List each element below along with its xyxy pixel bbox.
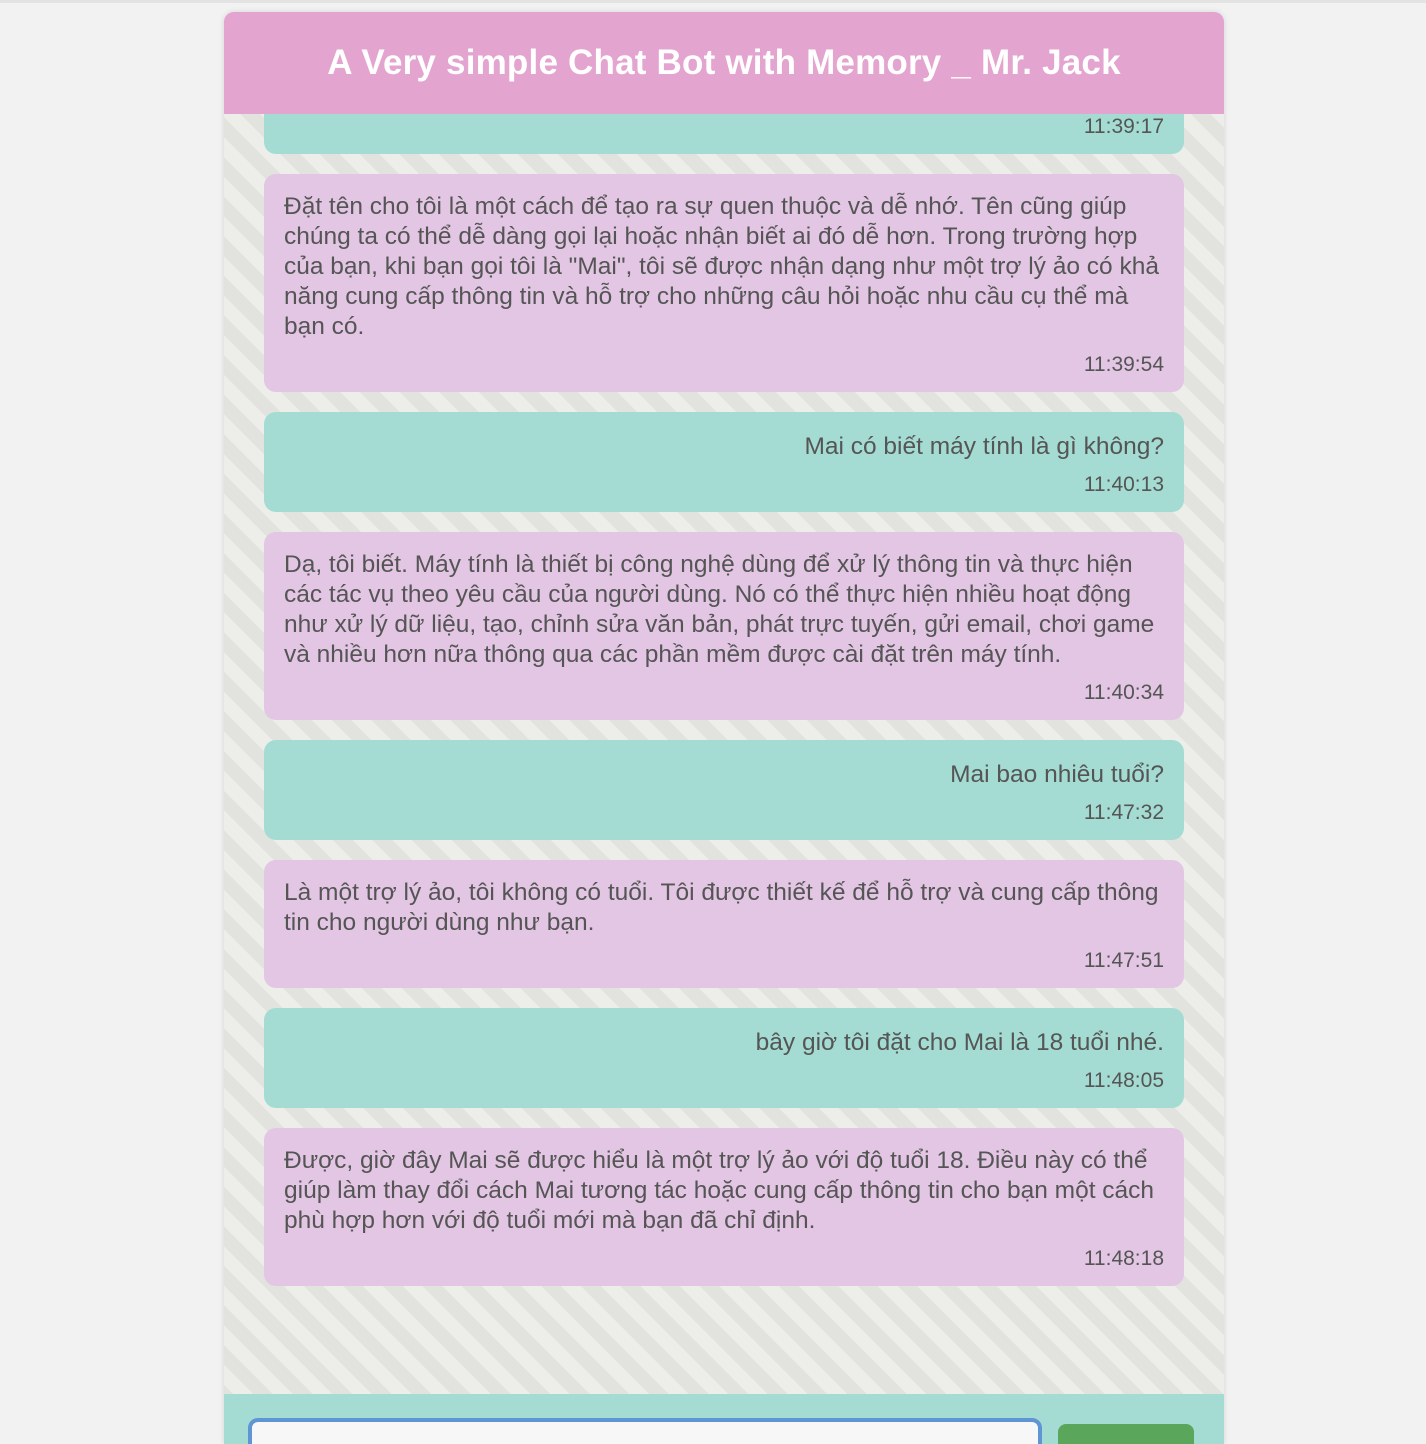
message-timestamp: 11:47:51 (1083, 949, 1164, 972)
message-timestamp: 11:39:17 (1083, 115, 1164, 138)
message-input[interactable] (248, 1418, 1042, 1444)
message-timestamp: 11:48:05 (1083, 1069, 1164, 1092)
bot-message: Dạ, tôi biết. Máy tính là thiết bị công … (264, 532, 1184, 720)
message-text: Mai bao nhiêu tuổi? (950, 761, 1164, 788)
top-ruler (0, 0, 1426, 3)
message-timestamp: 11:40:13 (1083, 473, 1164, 496)
user-message: bây giờ tôi đặt cho Mai là 18 tuổi nhé. 1… (264, 1008, 1184, 1108)
user-message: Mai có biết máy tính là gì không? 11:40:1… (264, 412, 1184, 512)
message-list-inner: vì sao phải đặt tên cho bạn nhỉ?11:39:17… (264, 114, 1184, 1306)
user-message: vì sao phải đặt tên cho bạn nhỉ?11:39:17 (264, 114, 1184, 154)
chat-window: A Very simple Chat Bot with Memory _ Mr.… (224, 12, 1224, 1444)
message-timestamp: 11:48:18 (1083, 1247, 1164, 1270)
message-text: Đặt tên cho tôi là một cách để tạo ra sự… (284, 193, 1159, 340)
send-button[interactable] (1058, 1424, 1194, 1444)
message-text: Được, giờ đây Mai sẽ được hiểu là một tr… (284, 1147, 1155, 1234)
bot-message: Là một trợ lý ảo, tôi không có tuổi. Tôi… (264, 860, 1184, 988)
message-text: Là một trợ lý ảo, tôi không có tuổi. Tôi… (284, 879, 1159, 936)
page-title: A Very simple Chat Bot with Memory _ Mr.… (224, 12, 1224, 114)
message-text: Mai có biết máy tính là gì không? (804, 433, 1164, 460)
bot-message: Đặt tên cho tôi là một cách để tạo ra sự… (264, 174, 1184, 392)
input-bar (224, 1394, 1224, 1444)
message-text: Dạ, tôi biết. Máy tính là thiết bị công … (284, 551, 1155, 668)
message-timestamp: 11:47:32 (1083, 801, 1164, 824)
bot-message: Được, giờ đây Mai sẽ được hiểu là một tr… (264, 1128, 1184, 1286)
message-list[interactable]: vì sao phải đặt tên cho bạn nhỉ?11:39:17… (224, 114, 1224, 1394)
user-message: Mai bao nhiêu tuổi? 11:47:32 (264, 740, 1184, 840)
message-text: bây giờ tôi đặt cho Mai là 18 tuổi nhé. (755, 1029, 1164, 1056)
message-timestamp: 11:39:54 (1083, 353, 1164, 376)
message-timestamp: 11:40:34 (1083, 681, 1164, 704)
